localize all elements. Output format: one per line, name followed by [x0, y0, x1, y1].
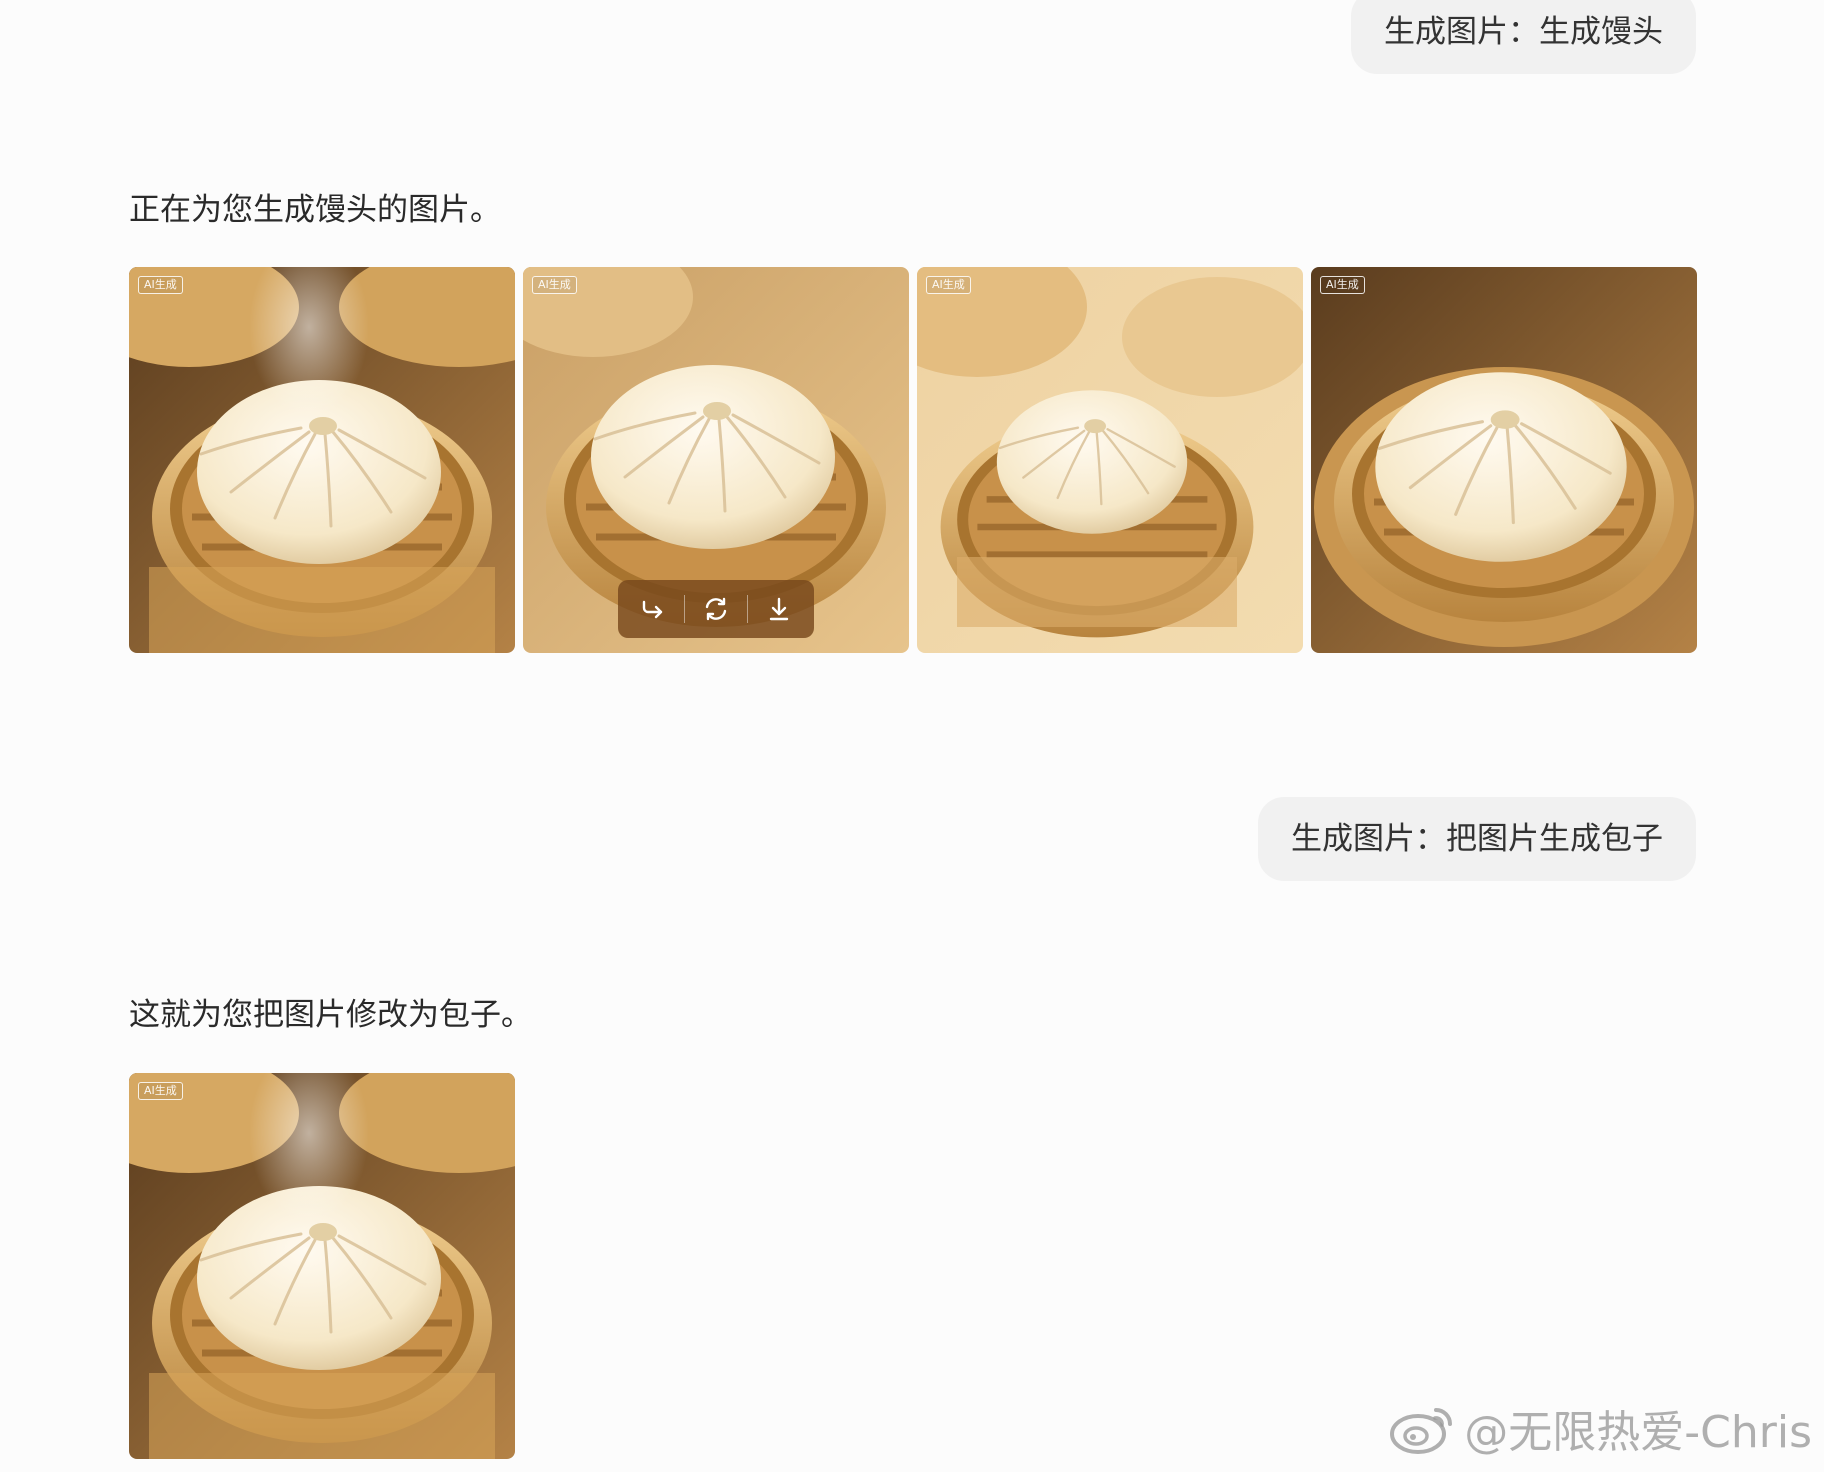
assistant-reply-text: 这就为您把图片修改为包子。: [129, 997, 532, 1033]
generated-image-5[interactable]: AI生成: [129, 1073, 515, 1459]
share-icon: [642, 600, 663, 619]
ai-generated-badge: AI生成: [532, 276, 577, 294]
ai-generated-badge: AI生成: [138, 1082, 183, 1100]
generated-image-2[interactable]: AI生成: [523, 267, 909, 653]
ai-generated-badge: AI生成: [926, 276, 971, 294]
user-message-bubble: 生成图片：生成馒头: [1351, 0, 1696, 74]
generated-image-3[interactable]: AI生成: [917, 267, 1303, 653]
user-message-bubble: 生成图片：把图片生成包子: [1258, 797, 1696, 881]
generated-image-gallery: AI生成 AI生成 AI生成 AI生成: [129, 267, 1697, 653]
regenerate-button[interactable]: [693, 586, 739, 632]
regenerate-icon: [705, 597, 727, 621]
assistant-reply-text: 正在为您生成馒头的图片。: [129, 192, 501, 228]
watermark: @无限热爱-Chris: [1388, 1396, 1812, 1460]
share-button[interactable]: [630, 586, 676, 632]
download-icon: [769, 597, 789, 621]
toolbar-divider: [747, 595, 748, 623]
generated-image-gallery: AI生成: [129, 1073, 515, 1459]
chat-page: 生成图片：生成馒头 正在为您生成馒头的图片。 AI生成 AI生成 AI生成 AI…: [0, 0, 1824, 1472]
steamed-bun-image: [129, 267, 515, 653]
user-message-text: 生成图片：生成馒头: [1384, 14, 1663, 50]
download-button[interactable]: [756, 586, 802, 632]
ai-generated-badge: AI生成: [1320, 276, 1365, 294]
watermark-text: @无限热爱-Chris: [1464, 1407, 1812, 1458]
steamed-bun-image: [1311, 267, 1697, 653]
toolbar-divider: [684, 595, 685, 623]
steamed-bun-image: [129, 1073, 515, 1459]
image-action-toolbar: [618, 580, 814, 638]
generated-image-1[interactable]: AI生成: [129, 267, 515, 653]
user-message-text: 生成图片：把图片生成包子: [1291, 821, 1663, 857]
weibo-logo-icon: [1390, 1408, 1453, 1454]
generated-image-4[interactable]: AI生成: [1311, 267, 1697, 653]
steamed-bun-image: [917, 267, 1303, 653]
ai-generated-badge: AI生成: [138, 276, 183, 294]
